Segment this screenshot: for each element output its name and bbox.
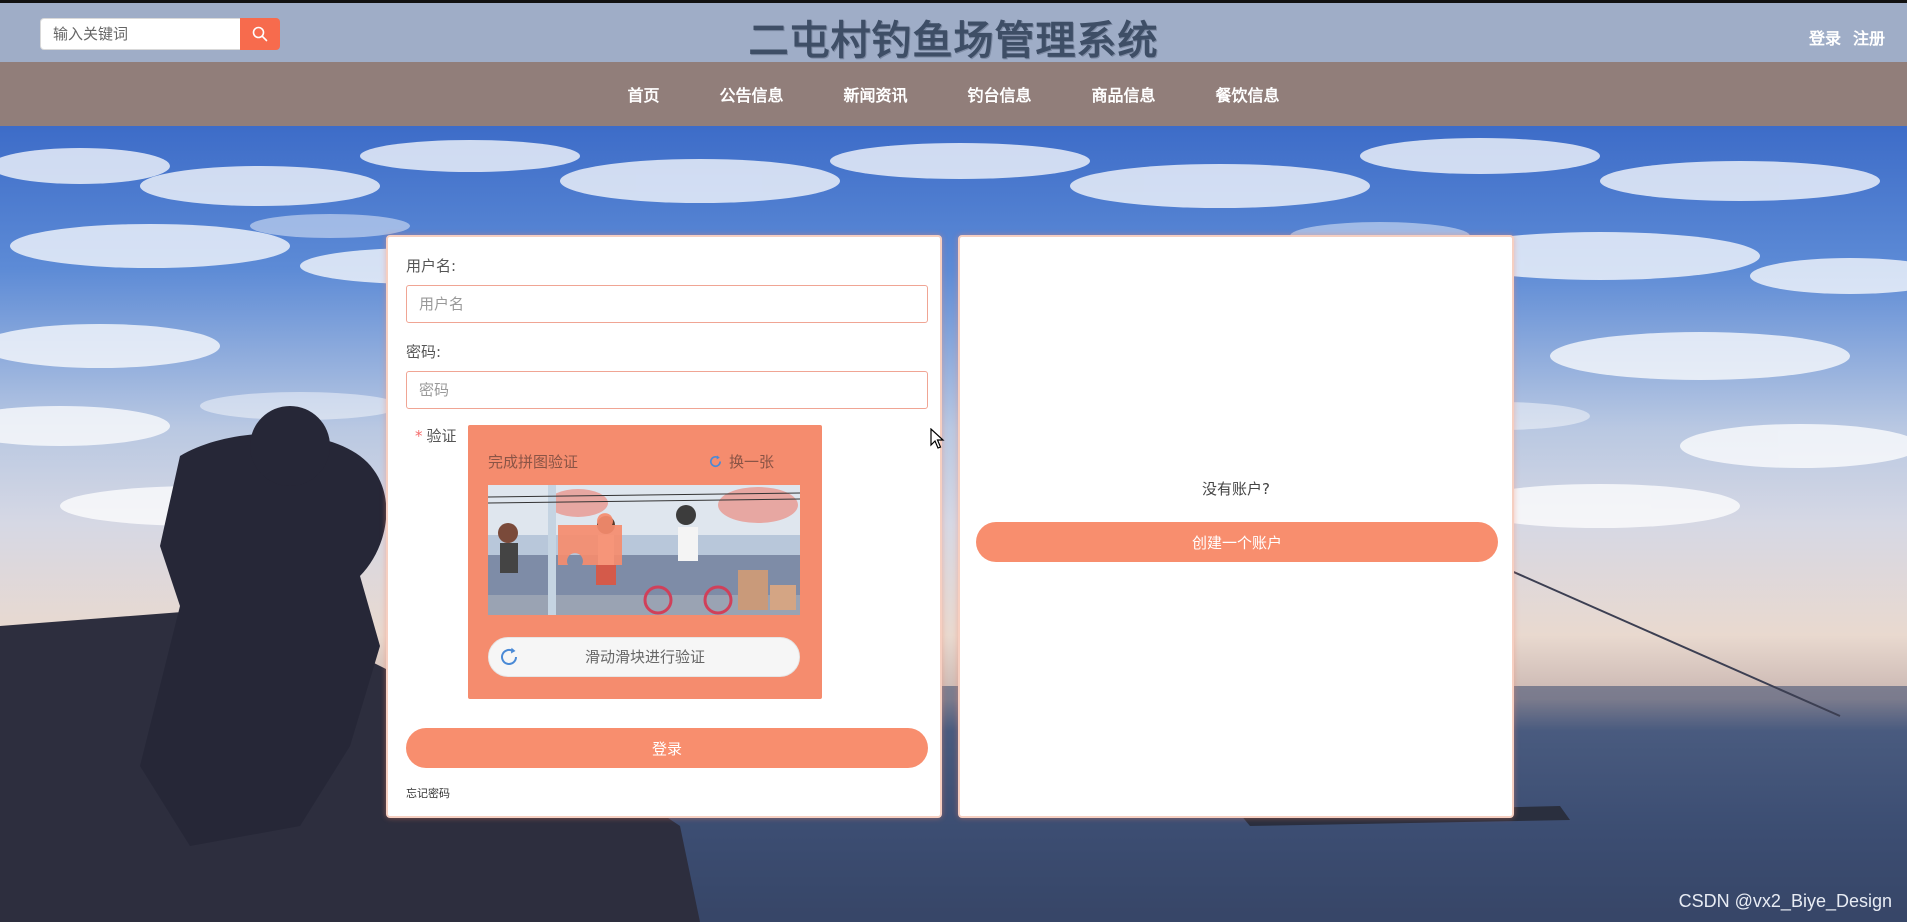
login-form-card: 用户名: 密码: *验证 完成拼图验证 换一张 [386, 235, 942, 818]
register-card: 没有账户? 创建一个账户 [958, 235, 1514, 818]
search-button[interactable] [240, 18, 280, 50]
verify-label-text: 验证 [426, 427, 457, 445]
search-bar [40, 18, 280, 50]
slider-captcha: 完成拼图验证 换一张 滑动滑块进行验证 [468, 425, 822, 699]
username-input[interactable] [406, 285, 928, 323]
search-icon [252, 26, 268, 42]
auth-links: 登录 注册 [1809, 25, 1885, 49]
nav-item-dining[interactable]: 餐饮信息 [1186, 82, 1310, 106]
search-input[interactable] [40, 18, 240, 50]
captcha-refresh-button[interactable]: 换一张 [708, 451, 774, 472]
password-input[interactable] [406, 371, 928, 409]
site-title: 二屯村钓鱼场管理系统 [748, 17, 1159, 64]
nav-item-announcements[interactable]: 公告信息 [689, 82, 813, 106]
nav-item-news[interactable]: 新闻资讯 [813, 82, 937, 106]
forgot-password-link[interactable]: 忘记密码 [406, 785, 450, 801]
captcha-puzzle-image [488, 485, 800, 615]
slider-hint: 滑动滑块进行验证 [584, 648, 705, 666]
refresh-icon [710, 455, 722, 468]
nav-item-home[interactable]: 首页 [597, 82, 689, 106]
verify-label: * 验证 [415, 425, 457, 446]
fisherman-silhouette [0, 406, 1907, 922]
watermark: CSDN @vx2_Biye_Design [1678, 891, 1892, 911]
main-nav: 首页 公告信息 新闻资讯 钓台信息 商品信息 餐饮信息 [0, 62, 1907, 126]
login-link[interactable]: 登录 [1809, 25, 1841, 49]
required-mark: * [415, 427, 423, 445]
slider-handle[interactable] [489, 638, 529, 676]
captcha-title: 完成拼图验证 [488, 453, 579, 471]
create-account-button[interactable]: 创建一个账户 [976, 522, 1498, 562]
no-account-text: 没有账户? [1202, 480, 1270, 498]
nav-item-fishing-platforms[interactable]: 钓台信息 [938, 82, 1062, 106]
password-label: 密码: [406, 343, 442, 361]
mouse-cursor-icon [930, 428, 945, 449]
register-link[interactable]: 注册 [1853, 25, 1885, 49]
username-label: 用户名: [406, 257, 457, 275]
login-button[interactable]: 登录 [406, 728, 928, 768]
background-image [0, 126, 1907, 922]
nav-item-products[interactable]: 商品信息 [1062, 82, 1186, 106]
top-header: 二屯村钓鱼场管理系统 登录 注册 [0, 0, 1907, 64]
refresh-arrow-icon [501, 647, 517, 665]
captcha-slider-track[interactable]: 滑动滑块进行验证 [488, 637, 800, 677]
captcha-refresh-label: 换一张 [729, 453, 775, 471]
